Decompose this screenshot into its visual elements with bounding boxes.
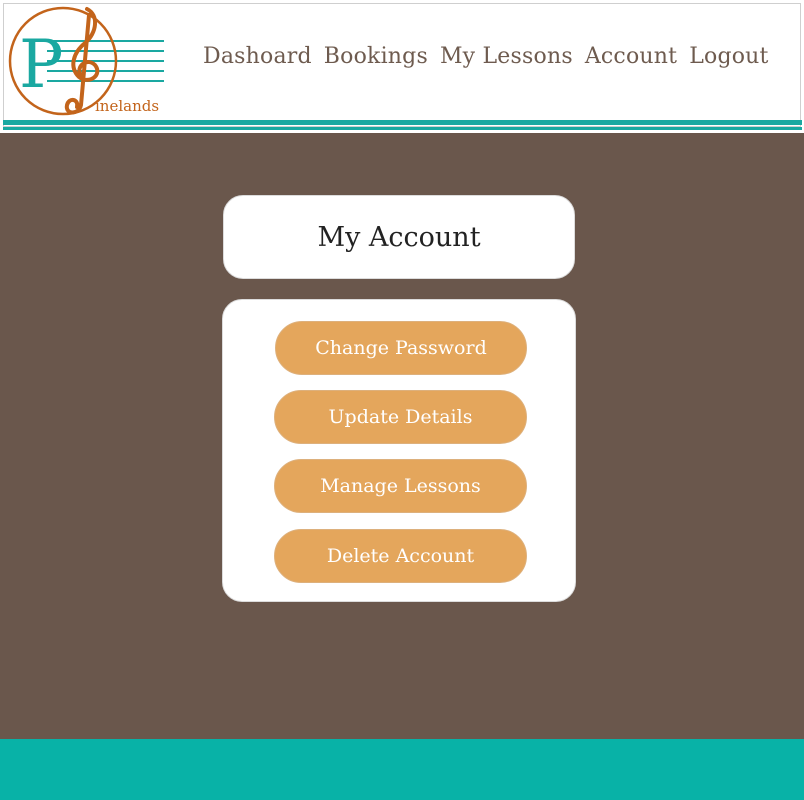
account-actions-card: Change Password Update Details Manage Le…	[222, 299, 576, 602]
pinelands-logo[interactable]: P inelands	[7, 5, 167, 121]
header: P inelands Dashoard Bookings My Lessons …	[0, 0, 804, 133]
account-title-card: My Account	[223, 195, 575, 279]
main-nav: Dashoard Bookings My Lessons Account Log…	[203, 44, 769, 69]
change-password-button[interactable]: Change Password	[275, 321, 527, 375]
update-details-button[interactable]: Update Details	[274, 390, 527, 444]
manage-lessons-button[interactable]: Manage Lessons	[274, 459, 527, 513]
footer	[0, 739, 804, 800]
nav-bookings[interactable]: Bookings	[324, 44, 428, 69]
svg-text:P: P	[19, 26, 63, 103]
nav-my-lessons[interactable]: My Lessons	[440, 44, 573, 69]
nav-dashboard[interactable]: Dashoard	[203, 44, 312, 69]
nav-account[interactable]: Account	[585, 44, 677, 69]
svg-text:inelands: inelands	[95, 97, 159, 115]
header-divider	[3, 120, 802, 131]
staff-lines-icon	[47, 40, 164, 82]
nav-logout[interactable]: Logout	[689, 44, 768, 69]
page-title: My Account	[317, 221, 481, 253]
delete-account-button[interactable]: Delete Account	[274, 529, 527, 583]
